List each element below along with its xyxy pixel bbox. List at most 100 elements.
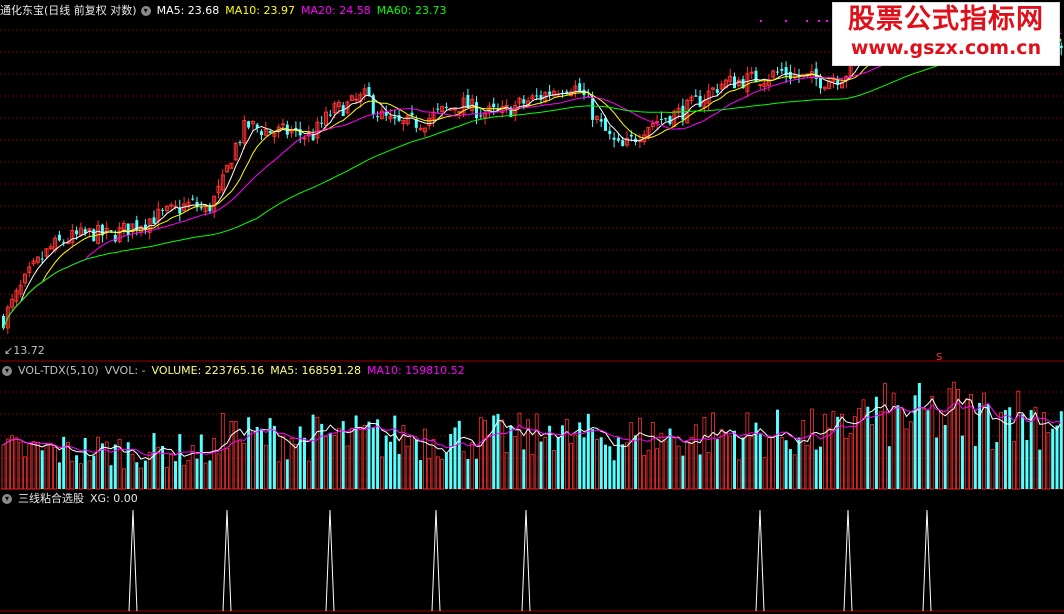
volume-bar bbox=[960, 435, 964, 489]
volume-bar bbox=[143, 460, 147, 489]
volume-bar bbox=[943, 425, 947, 489]
volume-bar bbox=[689, 436, 694, 490]
volume-panel-toggle-icon[interactable]: ▾ bbox=[2, 366, 12, 376]
candle-body bbox=[788, 71, 792, 79]
low-price-marker: ↙13.72 bbox=[4, 344, 45, 357]
volume-bar bbox=[62, 436, 66, 489]
candle-body bbox=[599, 119, 603, 122]
ma20-label: MA20: 24.58 bbox=[301, 4, 371, 17]
volume-bar bbox=[917, 382, 921, 489]
volume-bar bbox=[298, 426, 302, 489]
candle-body bbox=[418, 127, 423, 130]
volume-bar bbox=[70, 460, 75, 490]
volume-bar bbox=[285, 459, 289, 489]
ma10-label: MA10: 23.97 bbox=[225, 4, 296, 17]
volume-bar bbox=[174, 461, 177, 489]
volume-bar bbox=[367, 421, 371, 489]
signal-s-marker: S bbox=[936, 352, 942, 363]
volume-bar bbox=[608, 446, 612, 489]
volume-bar bbox=[66, 441, 70, 490]
volume-bar bbox=[345, 445, 350, 490]
candle-body bbox=[698, 95, 702, 107]
candle-body bbox=[161, 209, 165, 211]
volume-bar bbox=[698, 454, 702, 489]
volume-bar bbox=[272, 425, 276, 489]
candle-body bbox=[749, 71, 754, 74]
volume-bar bbox=[736, 459, 741, 490]
volume-bar bbox=[27, 443, 32, 490]
candle-body bbox=[320, 122, 324, 124]
candle-body bbox=[109, 230, 113, 232]
volume-bar bbox=[784, 440, 788, 489]
volume-bar bbox=[591, 429, 595, 489]
signal-panel-toggle-icon[interactable]: ▾ bbox=[2, 494, 12, 504]
volume-bar bbox=[964, 398, 969, 490]
volume-bar bbox=[203, 462, 208, 490]
price-panel-toggle-icon[interactable]: ▾ bbox=[140, 6, 151, 16]
volume-bar bbox=[896, 405, 900, 489]
candle-body bbox=[604, 118, 607, 131]
volume-bar bbox=[83, 437, 87, 489]
volume-bar bbox=[599, 437, 603, 489]
volume-bar bbox=[444, 452, 448, 489]
volume-bar bbox=[573, 434, 578, 490]
volume-bar bbox=[861, 399, 866, 490]
volume-bar bbox=[247, 417, 251, 489]
price-panel-header: 通化东宝(日线 前复权 对数) ▾ MA5: 23.68 MA10: 23.97 MA2… bbox=[0, 3, 452, 19]
volume-bar bbox=[556, 436, 560, 489]
volume-bar bbox=[281, 435, 285, 490]
volume-bar bbox=[303, 437, 306, 489]
volume-bar bbox=[109, 465, 113, 489]
volume-bar bbox=[405, 445, 410, 490]
candle-body bbox=[754, 70, 758, 83]
volume-bar bbox=[1021, 414, 1025, 489]
candle-body bbox=[612, 137, 616, 140]
candle-body bbox=[113, 234, 117, 242]
candle-body bbox=[479, 115, 483, 117]
candle-body bbox=[733, 76, 736, 89]
volume-bar bbox=[1055, 425, 1059, 489]
volume-bar bbox=[711, 412, 715, 490]
volume-bar bbox=[87, 460, 92, 490]
candle-body bbox=[354, 98, 359, 101]
volume-bar bbox=[921, 408, 926, 490]
volume-bar bbox=[668, 428, 672, 489]
volume-panel-title: VOL-TDX(5,10) bbox=[18, 364, 99, 377]
volume-bar bbox=[393, 415, 397, 489]
volume-bar bbox=[1012, 441, 1016, 490]
candle-body bbox=[681, 105, 685, 120]
volume-bar bbox=[139, 467, 144, 490]
volume-bar bbox=[470, 442, 475, 490]
candle-body bbox=[40, 258, 44, 260]
volume-bar bbox=[263, 444, 268, 490]
volume-bar bbox=[604, 444, 607, 489]
volume-bar bbox=[522, 449, 526, 489]
volume-bar bbox=[612, 460, 616, 489]
volume-bar bbox=[122, 468, 126, 490]
candle-body bbox=[436, 108, 440, 110]
volume-bar bbox=[199, 434, 203, 489]
volume-bar bbox=[57, 462, 61, 489]
volume-bar bbox=[14, 437, 19, 490]
volume-bar bbox=[569, 442, 573, 490]
candle-body bbox=[260, 131, 263, 136]
xg-signal-spike bbox=[325, 509, 335, 612]
volume-bar bbox=[582, 437, 586, 489]
volume-bar bbox=[324, 436, 328, 490]
volume-bar bbox=[878, 411, 883, 490]
candle-body bbox=[169, 204, 174, 207]
candle-body bbox=[776, 71, 779, 73]
volume-bar bbox=[745, 412, 750, 490]
volume-bar bbox=[229, 421, 234, 490]
volume-bar bbox=[831, 411, 836, 490]
volume-bar bbox=[1038, 449, 1042, 489]
candle-body bbox=[578, 83, 582, 92]
volume-bar bbox=[10, 435, 15, 490]
stock-chart[interactable]: S bbox=[0, 0, 1064, 614]
volume-bar bbox=[676, 445, 681, 490]
xg-signal-spike bbox=[521, 509, 531, 612]
volume-bar bbox=[1033, 406, 1038, 490]
volume-bar bbox=[96, 436, 100, 490]
volume-bar bbox=[397, 454, 401, 489]
volume-bar bbox=[908, 421, 913, 490]
